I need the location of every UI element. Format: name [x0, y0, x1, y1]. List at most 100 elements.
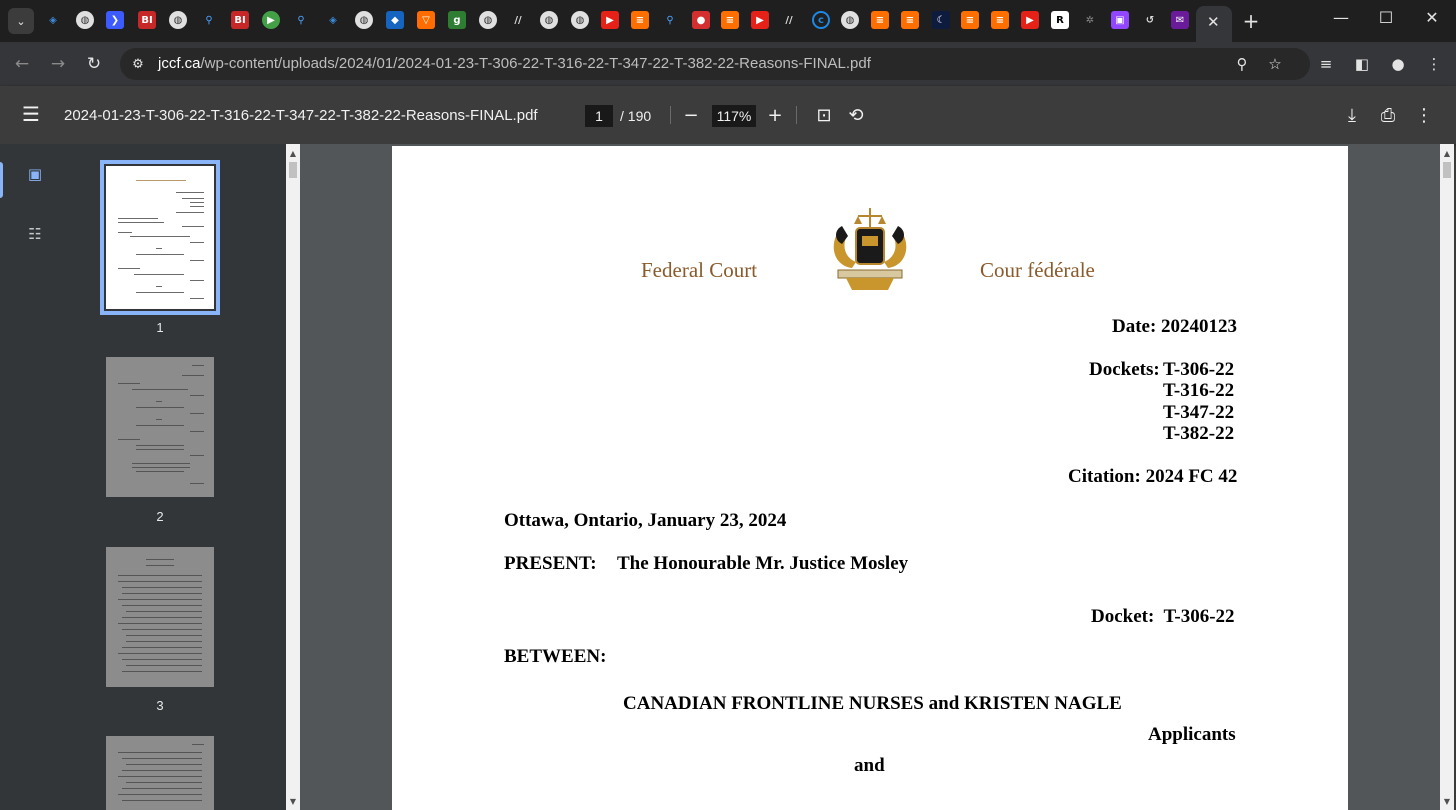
thumbnails-view-icon[interactable]: ▣ [23, 162, 47, 186]
tab-favicon-search-icon[interactable]: ⚲ [292, 11, 310, 29]
tab-favicon-globe-icon[interactable]: ◍ [571, 11, 589, 29]
tab-favicon-shield-icon[interactable]: ◈ [324, 11, 342, 29]
close-tab-icon[interactable]: ✕ [1207, 13, 1220, 31]
media-queue-icon[interactable]: ≡ [1314, 52, 1338, 76]
zoom-out-icon[interactable]: − [679, 103, 703, 127]
tab-favicon-twitch-icon[interactable]: ▣ [1111, 11, 1129, 29]
tab-favicon-arrow-icon[interactable]: ❯ [106, 11, 124, 29]
bookmark-star-icon[interactable]: ☆ [1265, 54, 1285, 74]
browser-menu-icon[interactable]: ⋮ [1422, 52, 1446, 76]
pdf-viewer[interactable]: Federal Court Cour fédérale Date: 202401… [300, 144, 1440, 810]
tab-favicon-moon-icon[interactable]: ☾ [932, 11, 950, 29]
tab-favicon-bookmark-icon[interactable]: ≡ [721, 11, 739, 29]
tab-favicon-bookmark-icon[interactable]: ≡ [961, 11, 979, 29]
tab-favicon-cube-icon[interactable]: ◆ [386, 11, 404, 29]
scroll-down-icon[interactable]: ▼ [1440, 794, 1454, 808]
side-panel-icon[interactable]: ◧ [1350, 52, 1374, 76]
reload-icon[interactable]: ↻ [82, 52, 106, 76]
docket-number: T-316-22 [1163, 380, 1235, 401]
pdf-title: 2024-01-23-T-306-22-T-316-22-T-347-22-T-… [64, 107, 538, 124]
tab-favicon-bookmark-icon[interactable]: ≡ [991, 11, 1009, 29]
document-date: Date: 20240123 [1112, 316, 1238, 337]
scrollbar-thumb[interactable] [1443, 162, 1451, 178]
thumbnail-page-4[interactable] [106, 736, 214, 810]
address-bar[interactable]: ⚙ jccf.ca/wp-content/uploads/2024/01/202… [120, 48, 1310, 80]
docket-number: T-347-22 [1163, 402, 1235, 423]
thumbnail-page-2[interactable] [106, 357, 214, 497]
zoom-level-input[interactable]: 117% [712, 105, 756, 127]
minimize-button[interactable]: — [1326, 8, 1356, 27]
tab-favicon-mic-icon[interactable]: ● [692, 11, 710, 29]
tab-favicon-globe-icon[interactable]: ◍ [76, 11, 94, 29]
tab-favicon-bi-icon[interactable]: BI [231, 11, 249, 29]
fit-to-page-icon[interactable]: ⊡ [812, 103, 836, 127]
thumbnail-label: 3 [156, 698, 164, 713]
scroll-up-icon[interactable]: ▲ [1440, 146, 1454, 160]
tab-favicon-bookmark-icon[interactable]: ≡ [631, 11, 649, 29]
tab-search-button[interactable]: ⌄ [8, 8, 34, 34]
tab-favicon-shield-icon[interactable]: ◈ [44, 11, 62, 29]
tab-favicon-slash-icon[interactable]: // [509, 11, 527, 29]
pdf-page: Federal Court Cour fédérale Date: 202401… [392, 146, 1348, 810]
download-icon[interactable]: ⤓ [1340, 103, 1364, 127]
tab-favicon-youtube-icon[interactable]: ▶ [1021, 11, 1039, 29]
profile-avatar-icon[interactable]: ● [1386, 52, 1410, 76]
tab-favicon-globe-icon[interactable]: ◍ [540, 11, 558, 29]
presiding-judge: The Honourable Mr. Justice Mosley [617, 553, 909, 574]
site-info-icon[interactable]: ⚙ [128, 54, 148, 74]
tab-favicon-brave-icon[interactable]: ▽ [417, 11, 435, 29]
tab-favicon-g-icon[interactable]: g [448, 11, 466, 29]
tab-favicon-mail-icon[interactable]: ✉ [1171, 11, 1189, 29]
applicants-label: Applicants [1148, 724, 1236, 745]
thumbnail-page-3[interactable] [106, 547, 214, 687]
scroll-up-icon[interactable]: ▲ [286, 146, 300, 160]
zoom-in-icon[interactable]: + [763, 103, 787, 127]
url-text[interactable]: jccf.ca/wp-content/uploads/2024/01/2024-… [158, 55, 871, 72]
thumbnail-scrollbar[interactable]: ▲ ▼ [286, 144, 300, 810]
tab-favicon-c-icon[interactable]: c [812, 11, 830, 29]
tab-favicon-youtube-icon[interactable]: ▶ [751, 11, 769, 29]
tab-favicon-search-icon[interactable]: ⚲ [200, 11, 218, 29]
page-number-input[interactable]: 1 [585, 105, 613, 127]
url-path: /wp-content/uploads/2024/01/2024-01-23-T… [200, 55, 871, 72]
rotate-icon[interactable]: ⟲ [844, 103, 868, 127]
maximize-button[interactable]: ☐ [1371, 8, 1401, 27]
document-scrollbar[interactable]: ▲ ▼ [1440, 144, 1454, 810]
tab-favicon-bookmark-icon[interactable]: ≡ [901, 11, 919, 29]
sidebar-menu-icon[interactable]: ☰ [22, 104, 44, 126]
tab-favicon-play-icon[interactable]: ▶ [262, 11, 280, 29]
zoom-icon[interactable]: ⚲ [1232, 54, 1252, 74]
tab-favicon-bi-icon[interactable]: BI [138, 11, 156, 29]
tab-favicon-globe-icon[interactable]: ◍ [479, 11, 497, 29]
active-tab[interactable]: ✕ [1196, 6, 1232, 42]
scroll-down-icon[interactable]: ▼ [286, 794, 300, 808]
and-separator: and [854, 755, 885, 776]
tab-favicon-slash-icon[interactable]: // [780, 11, 798, 29]
place-and-date: Ottawa, Ontario, January 23, 2024 [504, 510, 787, 531]
new-tab-button[interactable]: + [1241, 9, 1261, 33]
close-window-button[interactable]: ✕ [1417, 8, 1447, 27]
tab-favicon-globe-icon[interactable]: ◍ [169, 11, 187, 29]
toolbar-divider [670, 106, 671, 124]
tab-favicon-gear-icon[interactable]: ✲ [1081, 11, 1099, 29]
thumbnail-page-1[interactable] [100, 160, 220, 315]
present-label: PRESENT: [504, 553, 597, 574]
tab-favicon-globe-icon[interactable]: ◍ [355, 11, 373, 29]
citation: Citation: 2024 FC 42 [1068, 466, 1238, 487]
tab-favicon-r-icon[interactable]: R [1051, 11, 1069, 29]
back-arrow-icon[interactable]: ← [10, 52, 34, 76]
forward-arrow-icon[interactable]: → [46, 52, 70, 76]
tab-favicon-search-icon[interactable]: ⚲ [661, 11, 679, 29]
tab-favicon-globe-icon[interactable]: ◍ [841, 11, 859, 29]
page-total: / 190 [620, 108, 652, 124]
court-coat-of-arms-icon [833, 208, 907, 290]
outline-view-icon[interactable]: ☷ [23, 222, 47, 246]
more-actions-icon[interactable]: ⋮ [1412, 103, 1436, 127]
court-name-french: Cour fédérale [980, 258, 1095, 282]
scrollbar-thumb[interactable] [289, 162, 297, 178]
tab-favicon-youtube-icon[interactable]: ▶ [601, 11, 619, 29]
tab-favicon-history-icon[interactable]: ↺ [1141, 11, 1159, 29]
print-icon[interactable]: ⎙ [1376, 103, 1400, 127]
tab-favicon-bookmark-icon[interactable]: ≡ [871, 11, 889, 29]
browser-toolbar: ← → ↻ ⚙ jccf.ca/wp-content/uploads/2024/… [0, 42, 1456, 86]
